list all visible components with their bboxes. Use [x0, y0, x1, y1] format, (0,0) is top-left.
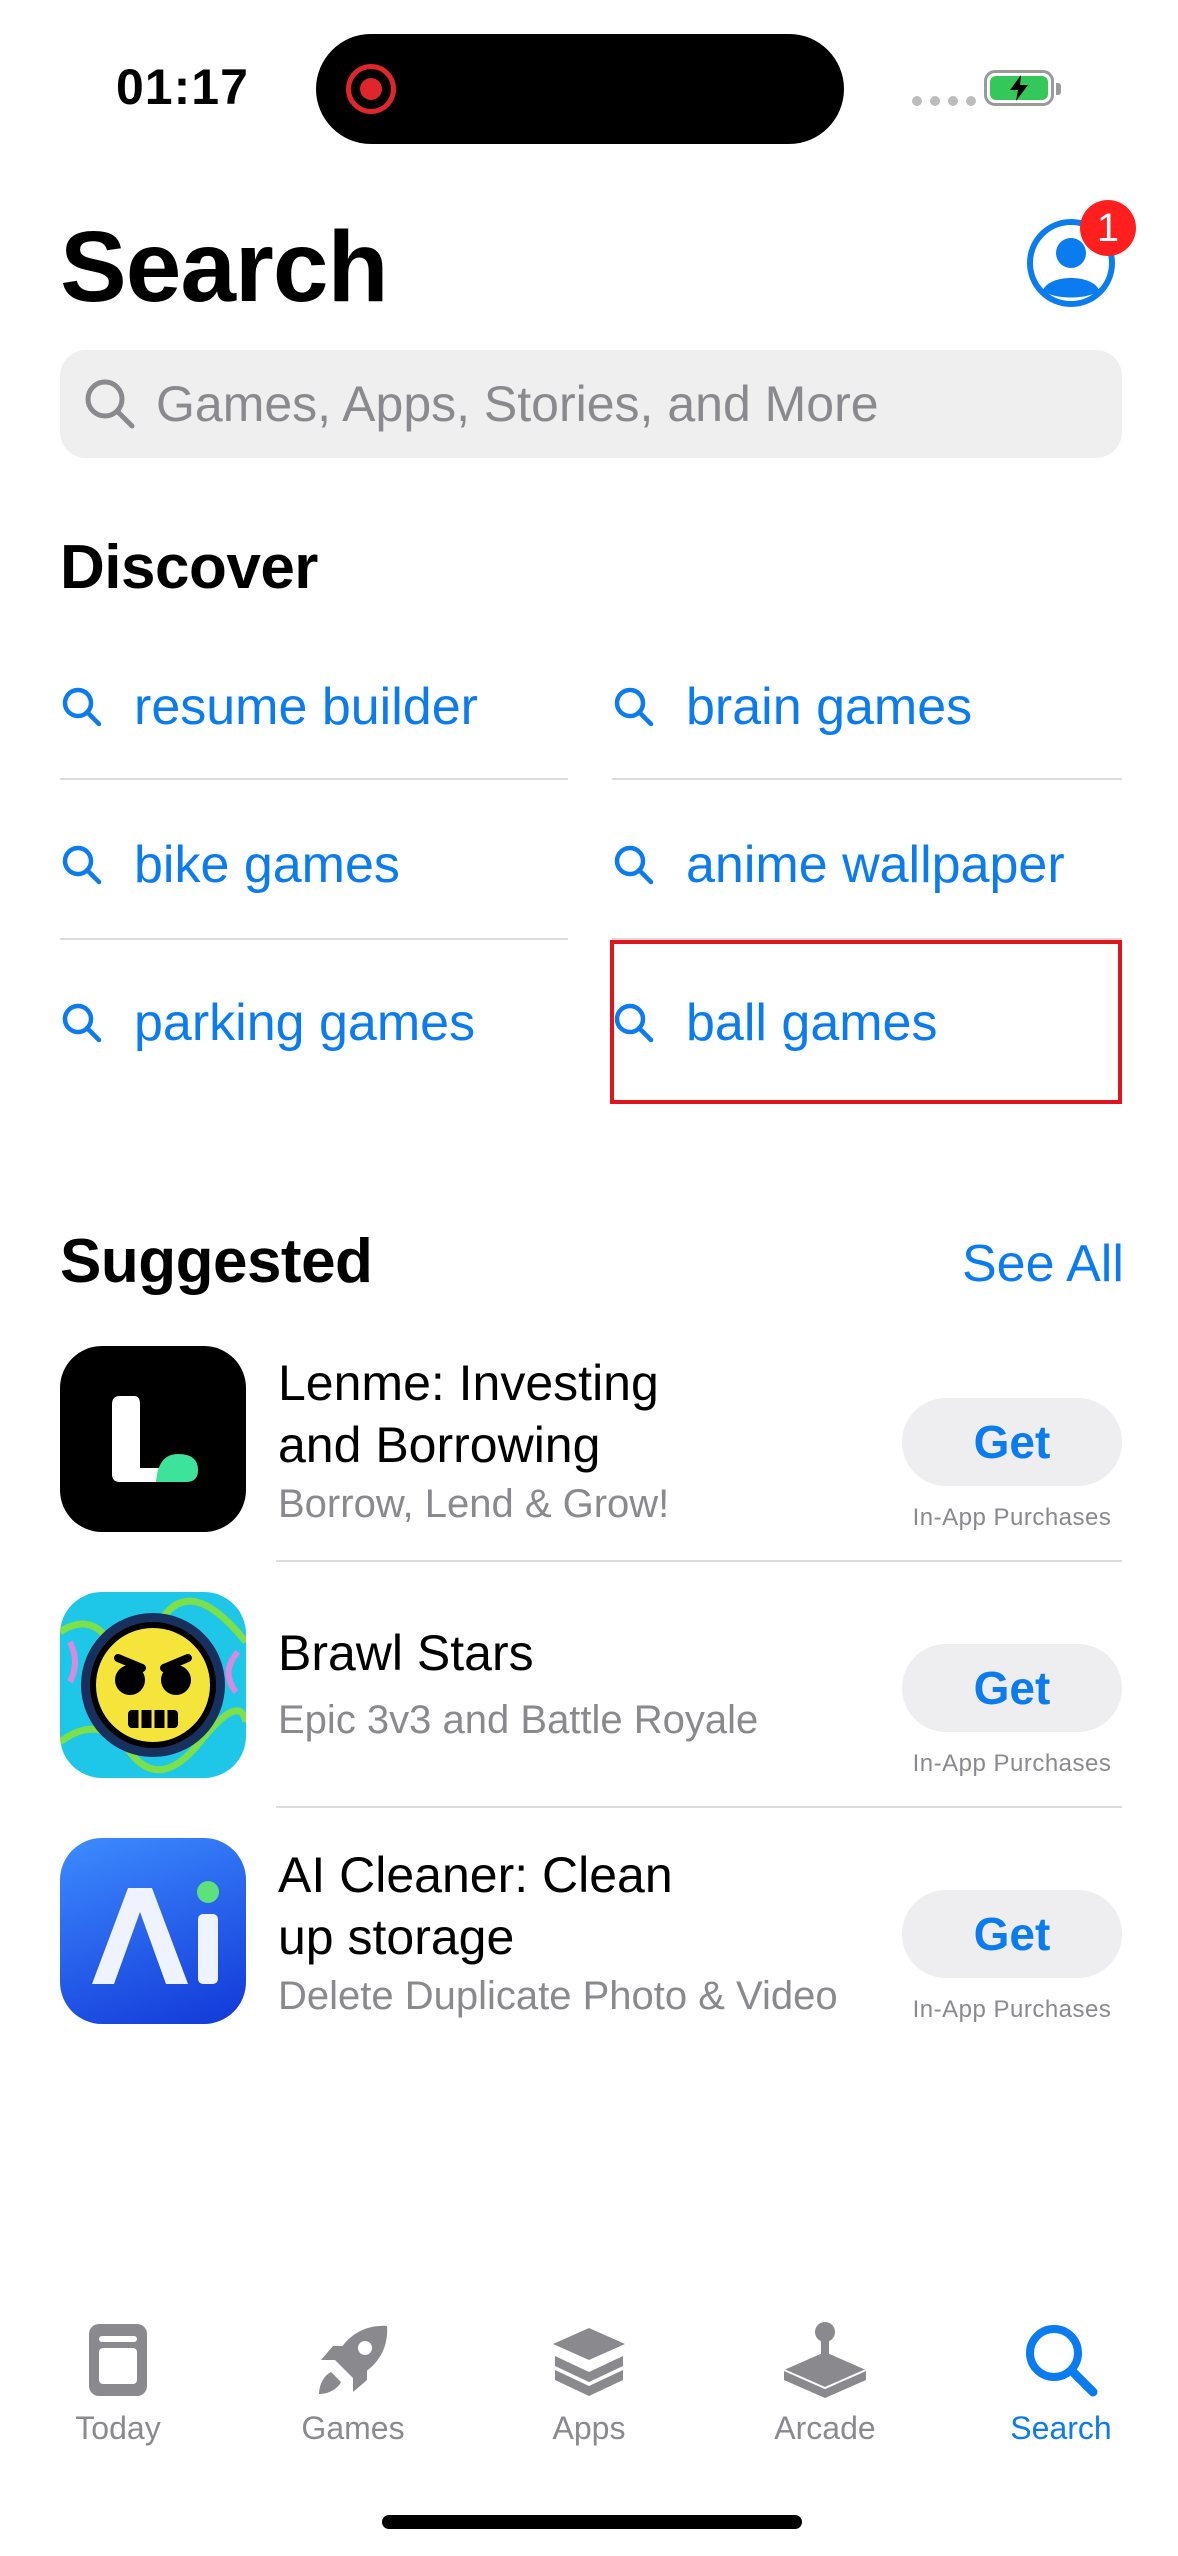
highlight-box [610, 940, 1122, 1104]
discover-item-label: bike games [134, 836, 400, 894]
discover-item-label: anime wallpaper [686, 836, 1065, 894]
divider [60, 778, 568, 780]
discover-item-resume-builder[interactable]: resume builder [60, 628, 568, 786]
joystick-icon [783, 2322, 867, 2398]
discover-title: Discover [60, 533, 318, 602]
search-icon [62, 845, 102, 885]
discover-item-label: resume builder [134, 678, 478, 736]
brawl-stars-app-icon [60, 1592, 246, 1778]
get-button[interactable]: Get [902, 1890, 1122, 1978]
home-indicator[interactable] [382, 2515, 802, 2529]
search-placeholder: Games, Apps, Stories, and More [156, 376, 879, 432]
layers-icon [553, 2328, 625, 2396]
get-button[interactable]: Get [902, 1644, 1122, 1732]
app-row-brawl-stars[interactable]: Brawl Stars Epic 3v3 and Battle Royale G… [60, 1592, 1122, 1782]
app-subtitle: Borrow, Lend & Grow! [278, 1482, 670, 1526]
cellular-signal-icon [912, 96, 976, 106]
divider [276, 1560, 1122, 1562]
battery-icon [984, 70, 1061, 106]
recording-icon [346, 64, 396, 114]
app-row-lenme[interactable]: Lenme: Investing and Borrowing Borrow, L… [60, 1346, 1122, 1536]
status-time: 01:17 [116, 59, 249, 115]
app-name-line2: and Borrowing [278, 1417, 601, 1473]
in-app-purchases-note: In-App Purchases [912, 1504, 1112, 1531]
search-icon [614, 845, 654, 885]
tab-arcade[interactable]: Arcade [725, 2320, 925, 2447]
discover-item-label: parking games [134, 994, 476, 1052]
search-icon [62, 1003, 102, 1043]
app-subtitle: Delete Duplicate Photo & Video [278, 1974, 838, 2018]
app-name: Lenme: Investing [278, 1355, 659, 1411]
tab-games[interactable]: Games [253, 2320, 453, 2447]
ai-cleaner-app-icon [60, 1838, 246, 2024]
in-app-purchases-note: In-App Purchases [912, 1996, 1112, 2023]
app-name-line2: up storage [278, 1909, 515, 1965]
discover-item-label: brain games [686, 678, 973, 736]
lenme-app-icon [60, 1346, 246, 1532]
divider [612, 778, 1122, 780]
search-icon [62, 687, 102, 727]
tab-label: Search [1010, 2410, 1112, 2446]
suggested-title: Suggested [60, 1227, 373, 1296]
rocket-icon [319, 2325, 388, 2394]
search-input[interactable]: Games, Apps, Stories, and More [60, 350, 1122, 458]
search-icon [1026, 2325, 1098, 2397]
get-button[interactable]: Get [902, 1398, 1122, 1486]
tab-search[interactable]: Search [961, 2320, 1161, 2447]
search-icon [614, 687, 654, 727]
tab-label: Arcade [774, 2410, 876, 2446]
today-icon [89, 2324, 147, 2396]
notification-badge: 1 [1080, 200, 1136, 256]
tab-label: Today [75, 2410, 161, 2446]
discover-item-anime-wallpaper[interactable]: anime wallpaper [612, 786, 1120, 944]
page-title: Search [60, 211, 389, 323]
divider [276, 1806, 1122, 1808]
app-name: Brawl Stars [278, 1625, 534, 1681]
tab-label: Apps [552, 2410, 626, 2446]
see-all-link[interactable]: See All [962, 1234, 1124, 1294]
tab-label: Games [301, 2410, 405, 2446]
app-name: AI Cleaner: Clean [278, 1847, 673, 1903]
dynamic-island [316, 34, 844, 144]
discover-item-parking-games[interactable]: parking games [60, 944, 568, 1102]
discover-item-bike-games[interactable]: bike games [60, 786, 568, 944]
search-icon [85, 379, 135, 429]
tab-apps[interactable]: Apps [489, 2320, 689, 2447]
tab-today[interactable]: Today [18, 2320, 218, 2447]
app-subtitle: Epic 3v3 and Battle Royale [278, 1698, 759, 1742]
in-app-purchases-note: In-App Purchases [912, 1750, 1112, 1777]
app-row-ai-cleaner[interactable]: AI Cleaner: Clean up storage Delete Dupl… [60, 1838, 1122, 2028]
divider [60, 938, 568, 940]
discover-item-brain-games[interactable]: brain games [612, 628, 1120, 786]
